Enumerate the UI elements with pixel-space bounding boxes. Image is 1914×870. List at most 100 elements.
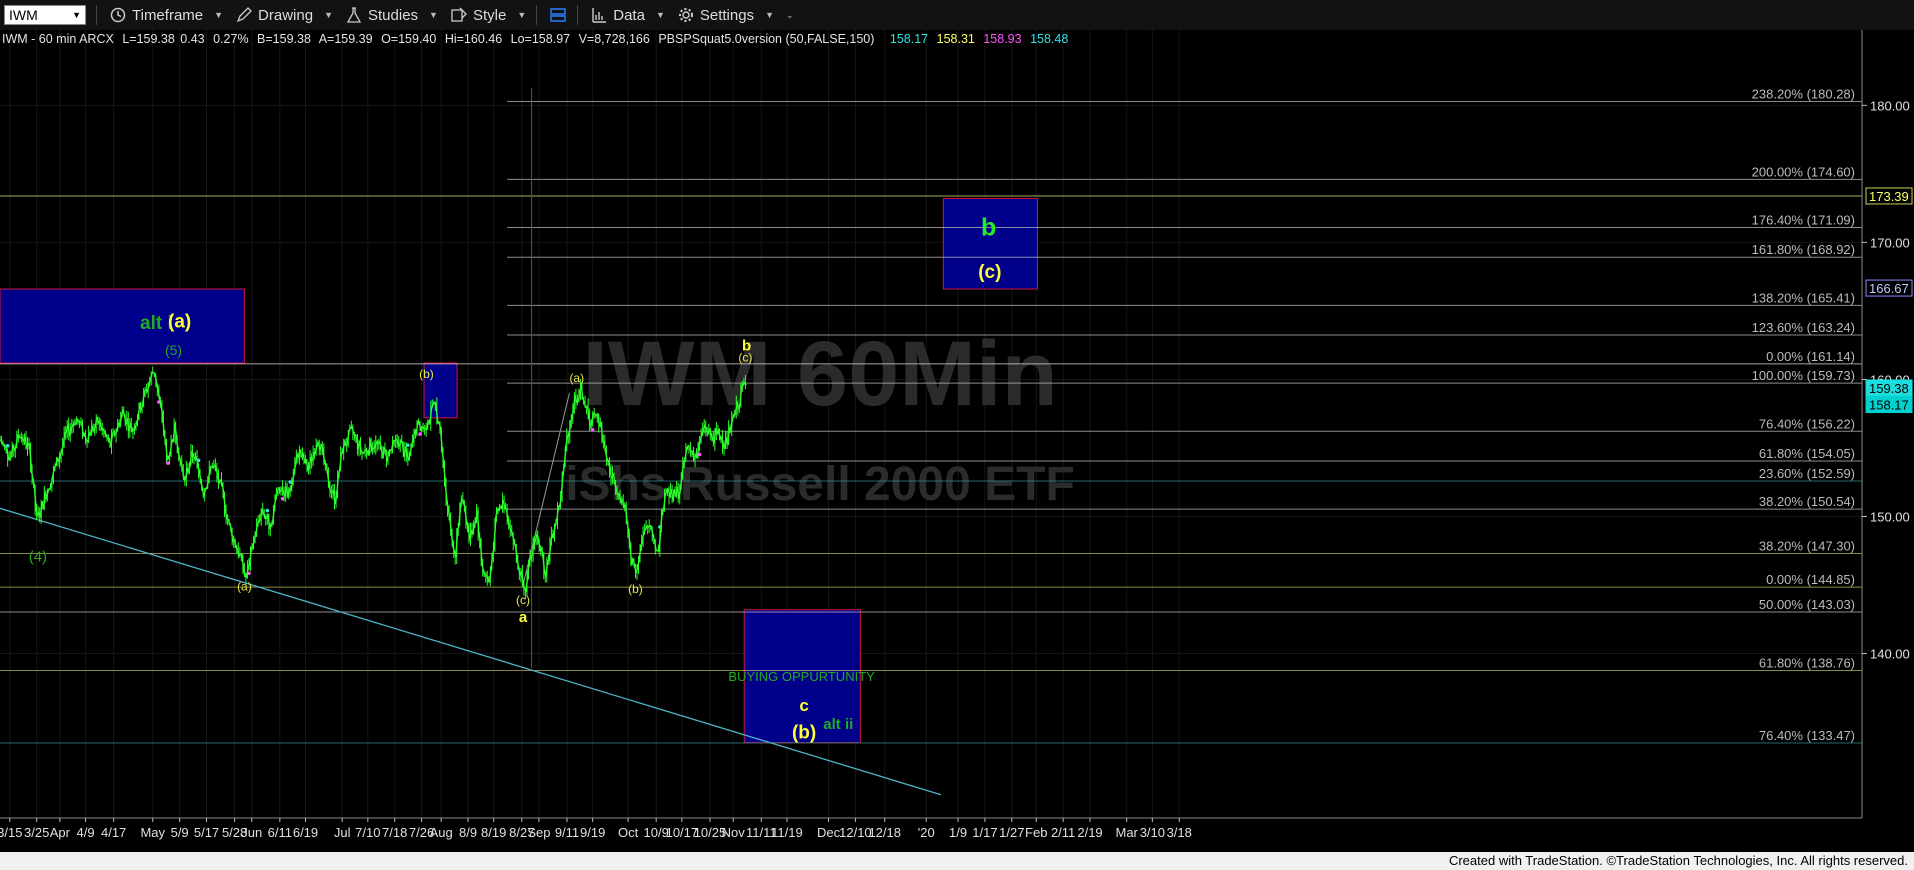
study-value: 158.31 — [936, 32, 975, 46]
chevron-down-icon: ▼ — [765, 10, 774, 20]
candle-body — [258, 519, 261, 522]
watermark-name: iShs Russell 2000 ETF — [565, 458, 1075, 511]
candle-body — [389, 449, 393, 452]
time-axis-label: Jun — [241, 825, 262, 840]
data-button[interactable]: Data ▼ — [590, 6, 665, 24]
wave-label: (4) — [29, 549, 47, 566]
wave-label: (c) — [738, 351, 752, 365]
watermark-symbol: IWM 60Min — [582, 323, 1057, 425]
volume: V=8,728,166 — [578, 32, 650, 46]
time-axis-label: 6/19 — [293, 825, 318, 840]
time-axis-label: 2/11 — [1051, 825, 1075, 840]
chart-header: IWM - 60 min ARCX L=159.38 0.43 0.27% B=… — [2, 32, 1073, 46]
gear-icon — [677, 6, 695, 24]
time-axis-label: Sep — [527, 825, 550, 840]
timeframe-button[interactable]: Timeframe ▼ — [109, 6, 223, 24]
time-axis-label: 4/9 — [77, 825, 95, 840]
time-axis-label: 1/27 — [999, 825, 1024, 840]
wave-label: (a) — [237, 580, 252, 594]
candle-body — [47, 488, 51, 491]
candle-body — [64, 431, 67, 434]
toolbar-overflow-button[interactable]: ⌄ — [786, 10, 794, 21]
time-axis-label: 5/17 — [194, 825, 219, 840]
candle-body — [373, 446, 376, 449]
wave-label: (b) — [792, 723, 816, 744]
time-axis-label: 1/17 — [972, 825, 997, 840]
time-axis-label: 9/19 — [580, 825, 605, 840]
wave-label: (5) — [165, 342, 182, 358]
chevron-down-icon: ▼ — [324, 10, 333, 20]
fib-level-label: 50.00% (143.03) — [1759, 597, 1855, 612]
fib-level-label: 0.00% (161.14) — [1766, 349, 1855, 364]
ask-price: A=159.39 — [318, 32, 373, 46]
chevron-down-icon: ▼ — [429, 10, 438, 20]
candle-body — [133, 427, 136, 431]
price-axis-label: 180.00 — [1870, 98, 1910, 113]
toolbar: IWM ▼ Timeframe ▼ Drawing ▼ Studies ▼ St… — [0, 0, 1914, 31]
fib-level-label: 76.40% (156.22) — [1759, 416, 1855, 431]
time-axis-label: Apr — [50, 825, 71, 840]
time-axis-label: 3/25 — [24, 825, 49, 840]
time-axis-label: Nov — [722, 825, 746, 840]
net-change: 0.43 — [180, 32, 205, 46]
time-axis-label: Oct — [618, 825, 639, 840]
time-axis-label: 5/9 — [171, 825, 189, 840]
alt-i-box — [0, 288, 245, 364]
high-price: Hi=160.46 — [444, 32, 503, 46]
settings-button[interactable]: Settings ▼ — [677, 6, 774, 24]
layout-button[interactable] — [549, 6, 567, 24]
bid-price: B=159.38 — [257, 32, 311, 46]
fib-level-label: 138.20% (165.41) — [1752, 290, 1855, 305]
drawing-button[interactable]: Drawing ▼ — [235, 6, 333, 24]
wave-label: (c) — [978, 262, 1001, 283]
chevron-down-icon[interactable]: ▼ — [72, 10, 81, 20]
fib-level-label: 176.40% (171.09) — [1752, 212, 1855, 227]
time-axis-label: May — [140, 825, 165, 840]
symbol-input[interactable]: IWM ▼ — [4, 5, 86, 25]
wave-label: b — [981, 214, 996, 242]
time-axis-label: Feb — [1025, 825, 1047, 840]
signal-dot — [697, 452, 702, 457]
fib-level-label: 0.00% (144.85) — [1766, 572, 1855, 587]
fib-level-label: 123.60% (163.24) — [1752, 320, 1855, 335]
time-axis-label: 12/18 — [868, 825, 901, 840]
chart-area[interactable]: IWM 60Min iShs Russell 2000 ETF 238.20% (1… — [0, 30, 1914, 852]
price-tag: 159.38 — [1869, 381, 1909, 396]
fib-level-label: 38.20% (147.30) — [1759, 539, 1855, 554]
time-axis-label: 7/18 — [382, 825, 407, 840]
studies-button[interactable]: Studies ▼ — [345, 6, 438, 24]
time-axis-label: '20 — [918, 825, 935, 840]
price-axis-label: 140.00 — [1870, 647, 1910, 662]
style-icon — [450, 6, 468, 24]
time-axis-label: 6/11 — [268, 825, 292, 840]
price-chart[interactable]: IWM 60Min iShs Russell 2000 ETF 238.20% (1… — [0, 30, 1914, 852]
signal-dot — [247, 571, 251, 576]
clock-icon — [109, 6, 127, 24]
candle-body — [741, 384, 744, 387]
studies-label: Studies — [368, 6, 419, 24]
symbol-value: IWM — [9, 7, 38, 23]
style-button[interactable]: Style ▼ — [450, 6, 526, 24]
candle-body — [733, 413, 736, 416]
chart-background — [0, 30, 1914, 852]
candle-body — [7, 457, 11, 461]
open-price: O=159.40 — [381, 32, 437, 46]
time-axis-label: 12/10 — [839, 825, 872, 840]
time-axis-label: 9/11 — [555, 825, 579, 840]
time-axis-label: 3/15 — [0, 825, 22, 840]
wave-label: c — [799, 696, 808, 715]
signal-dot — [265, 508, 270, 513]
fib-level-label: 61.80% (138.76) — [1759, 656, 1855, 671]
wave-label: (b) — [628, 582, 643, 596]
candle-body — [530, 554, 533, 558]
fib-level-label: 23.60% (152.59) — [1759, 466, 1855, 481]
time-axis-label: Mar — [1115, 825, 1138, 840]
time-axis-label: 8/19 — [481, 825, 506, 840]
fib-level-label: 76.40% (133.47) — [1759, 728, 1855, 743]
price-axis-label: 150.00 — [1870, 510, 1910, 525]
signal-dot — [418, 432, 422, 436]
toolbar-divider — [536, 5, 538, 25]
drawing-label: Drawing — [258, 6, 314, 24]
signal-dot — [590, 427, 595, 432]
candle-body — [362, 451, 365, 454]
